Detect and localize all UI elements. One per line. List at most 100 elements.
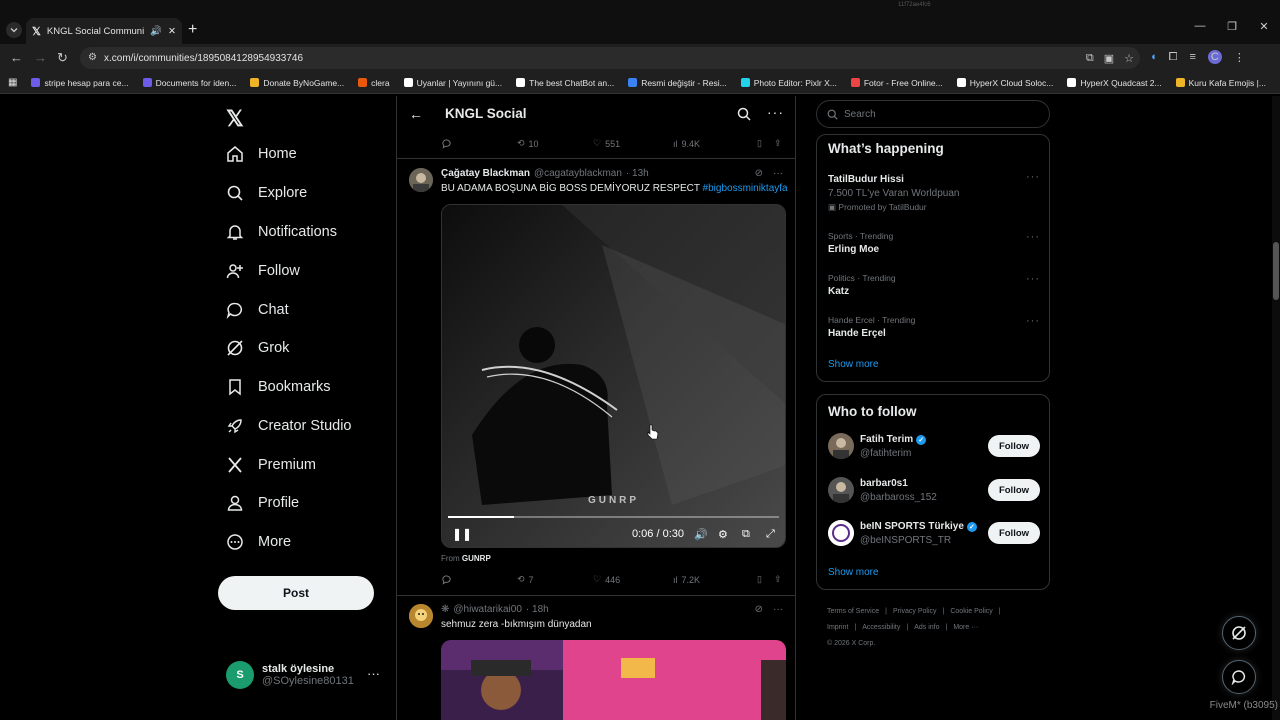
reply-button[interactable]	[441, 574, 517, 585]
follow-button[interactable]: Follow	[988, 435, 1040, 457]
extensions-icon[interactable]: ⧠	[1169, 51, 1178, 64]
pip-icon[interactable]: ⧉	[742, 528, 750, 541]
bookmark-item[interactable]: clera	[358, 78, 390, 88]
video-progress-bar[interactable]	[448, 516, 779, 518]
suggestion-avatar[interactable]	[828, 477, 854, 503]
nav-item-notifications[interactable]: Notifications	[226, 223, 337, 241]
forward-button[interactable]: →	[34, 51, 47, 65]
translate-icon[interactable]: ⧉	[1086, 52, 1094, 65]
scrollbar-thumb[interactable]	[1273, 242, 1279, 300]
profile-avatar[interactable]: C	[1207, 50, 1222, 64]
video-player[interactable]: GUNRP ❚❚ 0:06 / 0:30 🔊 ⚙ ⧉ ⤢	[441, 204, 786, 548]
suggestion-avatar[interactable]	[828, 433, 854, 459]
tweet-author-handle[interactable]: @hiwatarikai00	[453, 604, 522, 615]
nav-item-bookmarks[interactable]: Bookmarks	[226, 378, 331, 396]
browser-tab[interactable]: 𝕏 KNGL Social Community / X 🔊 ✕	[26, 18, 182, 44]
bookmark-item[interactable]: Fotor - Free Online...	[850, 78, 943, 88]
bookmark-item[interactable]: The best ChatBot an...	[516, 78, 614, 88]
footer-link[interactable]: Ads info	[914, 624, 939, 631]
footer-link[interactable]: Privacy Policy	[893, 608, 937, 615]
trend-more-icon[interactable]: ···	[1026, 273, 1040, 285]
retweet-button[interactable]: ⟲ 7	[517, 574, 593, 585]
bookmark-item[interactable]: Photo Editor: Pixlr X...	[740, 78, 837, 88]
footer-link[interactable]: Accessibility	[862, 624, 900, 631]
new-tab-button[interactable]: +	[188, 22, 197, 38]
footer-link[interactable]: Cookie Policy	[950, 608, 992, 615]
grok-icon[interactable]: ⊘	[755, 604, 763, 615]
tweet-more-icon[interactable]: ···	[773, 604, 783, 615]
x-logo-icon[interactable]: 𝕏	[226, 106, 244, 132]
bookmark-item[interactable]: Donate ByNoGame...	[250, 78, 344, 88]
apps-grid-icon[interactable]: ▦	[8, 77, 17, 88]
footer-link[interactable]: Terms of Service	[827, 608, 879, 615]
account-switcher[interactable]: S stalk öylesine @SOylesine80131 ···	[226, 660, 386, 690]
install-icon[interactable]: ▣	[1104, 52, 1114, 65]
tweet-avatar[interactable]	[409, 604, 433, 628]
site-info-icon[interactable]: ⚙	[88, 52, 97, 63]
follow-suggestion[interactable]: barbar0s1 @barbaross_152 Follow	[828, 477, 1040, 507]
nav-item-explore[interactable]: Explore	[226, 184, 307, 202]
nav-item-premium[interactable]: Premium	[226, 456, 316, 474]
speaker-icon[interactable]: 🔊	[150, 26, 162, 37]
like-button[interactable]: ♡ 446	[593, 574, 673, 585]
follow-button[interactable]: Follow	[988, 522, 1040, 544]
account-more-icon[interactable]: ···	[367, 666, 380, 681]
bookmark-item[interactable]: Resmi değiştir - Resi...	[628, 78, 727, 88]
back-arrow-icon[interactable]: ←	[409, 106, 423, 122]
nav-item-more[interactable]: More	[226, 533, 291, 551]
nav-item-grok[interactable]: Grok	[226, 339, 289, 357]
grok-icon[interactable]: ⊘	[755, 168, 763, 179]
bookmark-item[interactable]: Kuru Kafa Emojis |...	[1175, 78, 1266, 88]
address-bar[interactable]: ⚙ x.com/i/communities/189508412895493374…	[80, 47, 1140, 69]
reload-button[interactable]: ↻	[57, 51, 68, 65]
minimize-button[interactable]: —	[1184, 20, 1216, 33]
show-more-follow[interactable]: Show more	[828, 567, 879, 578]
search-input[interactable]: Search	[816, 100, 1050, 128]
tweet-more-icon[interactable]: ···	[773, 168, 783, 179]
trend-item[interactable]: Hande Ercel · Trending Hande Erçel ···	[828, 315, 1040, 339]
extension-wave-icon[interactable]: ◖	[1150, 51, 1157, 63]
retweet-button[interactable]: ⟲ 10	[517, 138, 593, 149]
fullscreen-icon[interactable]: ⤢	[766, 528, 775, 541]
tweet-author-name[interactable]: Çağatay Blackman	[441, 168, 530, 179]
trend-item[interactable]: Politics · Trending Katz ···	[828, 273, 1040, 297]
like-button[interactable]: ♡ 551	[593, 138, 673, 149]
media-icon[interactable]: ≡	[1189, 51, 1195, 63]
hashtag-link[interactable]: #bigbossminiktayfa	[703, 183, 788, 194]
share-icon[interactable]: ⇪	[774, 138, 782, 149]
close-window-button[interactable]: ✕	[1248, 20, 1280, 33]
nav-item-chat[interactable]: Chat	[226, 301, 289, 319]
bookmark-item[interactable]: HyperX Quadcast 2...	[1067, 78, 1162, 88]
volume-icon[interactable]: 🔊	[694, 528, 708, 541]
back-button[interactable]: ←	[10, 51, 23, 65]
show-more-trends[interactable]: Show more	[828, 359, 879, 370]
page-scrollbar[interactable]	[1272, 96, 1280, 720]
bookmark-icon[interactable]: ▯	[757, 138, 762, 149]
bookmark-item[interactable]: Documents for iden...	[142, 78, 236, 88]
bookmark-icon[interactable]: ▯	[757, 574, 762, 585]
tweet-time[interactable]: · 18h	[526, 604, 549, 615]
nav-item-follow[interactable]: Follow	[226, 262, 300, 280]
reply-button[interactable]	[441, 138, 517, 149]
views-button[interactable]: ıl 7.2K	[673, 575, 753, 585]
search-icon[interactable]	[737, 107, 751, 121]
post-button[interactable]: Post	[218, 576, 374, 610]
follow-suggestion[interactable]: Fatih Terim ✓ @fatihterim Follow	[828, 433, 1040, 463]
follow-button[interactable]: Follow	[988, 479, 1040, 501]
bookmark-item[interactable]: stripe hesap para ce...	[31, 78, 129, 88]
close-tab-icon[interactable]: ✕	[168, 26, 176, 37]
tweet-media[interactable]	[441, 640, 786, 720]
grok-fab[interactable]	[1222, 616, 1256, 650]
tweet-time[interactable]: · 13h	[626, 168, 649, 179]
settings-icon[interactable]: ⚙	[718, 528, 728, 541]
footer-link[interactable]: More ···	[953, 624, 978, 631]
maximize-button[interactable]: ❐	[1216, 20, 1248, 33]
trend-more-icon[interactable]: ···	[1026, 315, 1040, 327]
more-options-icon[interactable]: ···	[767, 104, 784, 120]
nav-item-creator-studio[interactable]: Creator Studio	[226, 417, 352, 435]
trend-item[interactable]: TatilBudur Hissi 7.500 TL'ye Varan Worldp…	[828, 171, 1040, 213]
tweet-avatar[interactable]	[409, 168, 433, 192]
footer-link[interactable]: Imprint	[827, 624, 848, 631]
trend-more-icon[interactable]: ···	[1026, 171, 1040, 183]
views-button[interactable]: ıl 9.4K	[673, 139, 753, 149]
